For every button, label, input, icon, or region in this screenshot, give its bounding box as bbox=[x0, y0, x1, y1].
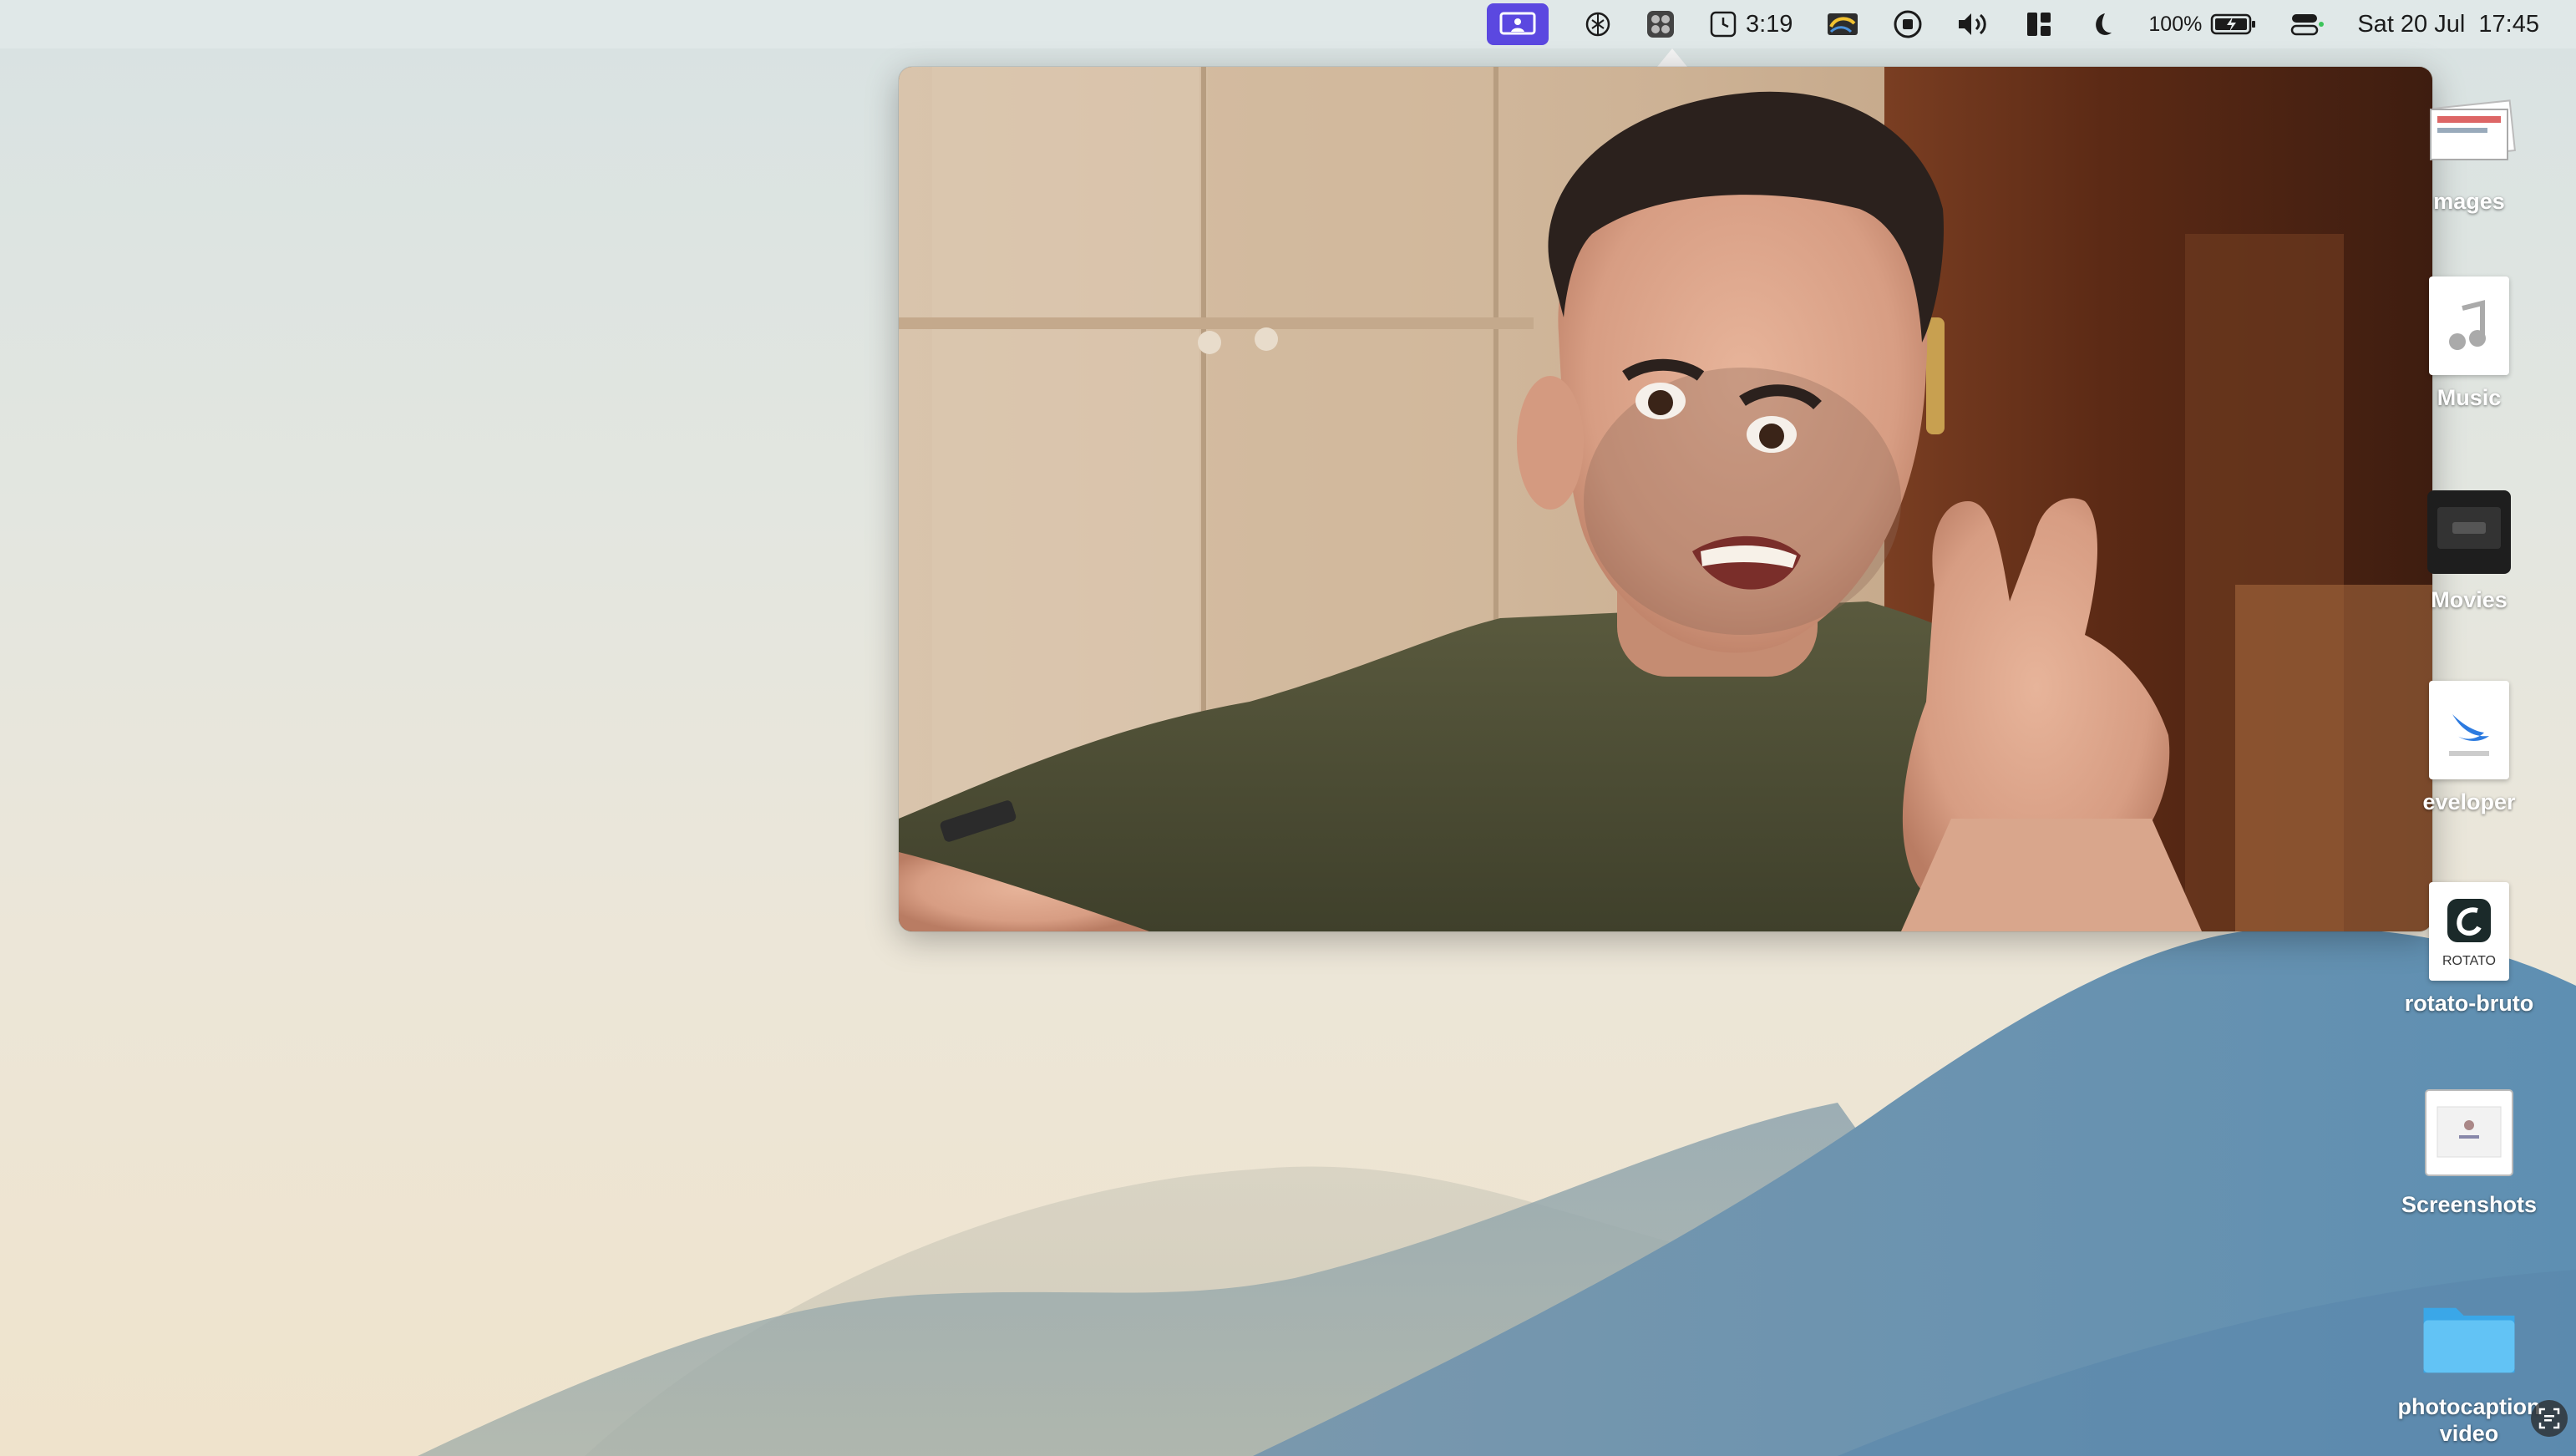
desktop-item-label: eveloper bbox=[2422, 789, 2516, 814]
rotato-badge: ROTATO bbox=[2442, 954, 2496, 968]
battery-percent: 100% bbox=[2148, 12, 2203, 36]
menu-bar: 3:19 100% Sat 20 Jul 17:45 bbox=[0, 0, 2576, 48]
desktop-item-rotato-bruto[interactable]: ROTATO rotato-bruto bbox=[2386, 881, 2553, 1017]
clock-text: Sat 20 Jul 17:45 bbox=[2357, 10, 2539, 38]
desktop-item-developer[interactable]: eveloper bbox=[2386, 680, 2553, 815]
desktop-item-label: Movies bbox=[2431, 587, 2508, 612]
desktop-item-movies[interactable]: Movies bbox=[2386, 478, 2553, 613]
timer-widget[interactable]: 3:19 bbox=[1692, 0, 1809, 48]
volume-icon[interactable] bbox=[1940, 0, 2008, 48]
folder-icon bbox=[2419, 1285, 2519, 1385]
desktop-item-music[interactable]: Music bbox=[2386, 276, 2553, 411]
screenshots-folder-icon bbox=[2419, 1083, 2519, 1183]
desktop-item-label: Screenshots bbox=[2401, 1192, 2538, 1217]
live-text-button[interactable] bbox=[2531, 1400, 2568, 1437]
window-layout-icon[interactable] bbox=[2008, 0, 2070, 48]
battery-widget[interactable]: 100% bbox=[2132, 0, 2274, 48]
webcam-preview-image bbox=[899, 67, 2432, 931]
desktop-item-label: photocaption video bbox=[2397, 1394, 2541, 1446]
nvidia-icon[interactable] bbox=[1809, 0, 1876, 48]
camera-preview-window[interactable] bbox=[899, 67, 2432, 931]
openai-icon[interactable] bbox=[1567, 0, 1629, 48]
desktop-item-label: rotato-bruto bbox=[2404, 991, 2534, 1016]
live-text-icon bbox=[2538, 1408, 2560, 1429]
rotato-file-icon: ROTATO bbox=[2419, 881, 2519, 982]
desktop-item-label: mages bbox=[2433, 189, 2505, 214]
battery-icon bbox=[2211, 13, 2256, 35]
playground-file-icon bbox=[2419, 680, 2519, 780]
clock[interactable]: Sat 20 Jul 17:45 bbox=[2340, 0, 2556, 48]
record-stop-icon[interactable] bbox=[1876, 0, 1940, 48]
popover-arrow bbox=[1657, 48, 1687, 67]
desktop-item-screenshots[interactable]: Screenshots bbox=[2386, 1083, 2553, 1218]
focus-moon-icon[interactable] bbox=[2070, 0, 2132, 48]
desktop-item-label: Music bbox=[2437, 385, 2502, 410]
control-center-icon[interactable] bbox=[2274, 0, 2340, 48]
desktop-item-images[interactable]: mages bbox=[2386, 79, 2553, 215]
desktop-item-photocaption-video[interactable]: photocaption video bbox=[2386, 1285, 2553, 1447]
screen-share-icon[interactable] bbox=[1486, 3, 1549, 45]
timer-text: 3:19 bbox=[1745, 10, 1793, 38]
camera-controls-icon[interactable] bbox=[1629, 0, 1692, 48]
timer-icon bbox=[1710, 11, 1737, 38]
images-folder-icon bbox=[2419, 79, 2519, 180]
movies-folder-icon bbox=[2419, 478, 2519, 578]
music-folder-icon bbox=[2419, 276, 2519, 376]
